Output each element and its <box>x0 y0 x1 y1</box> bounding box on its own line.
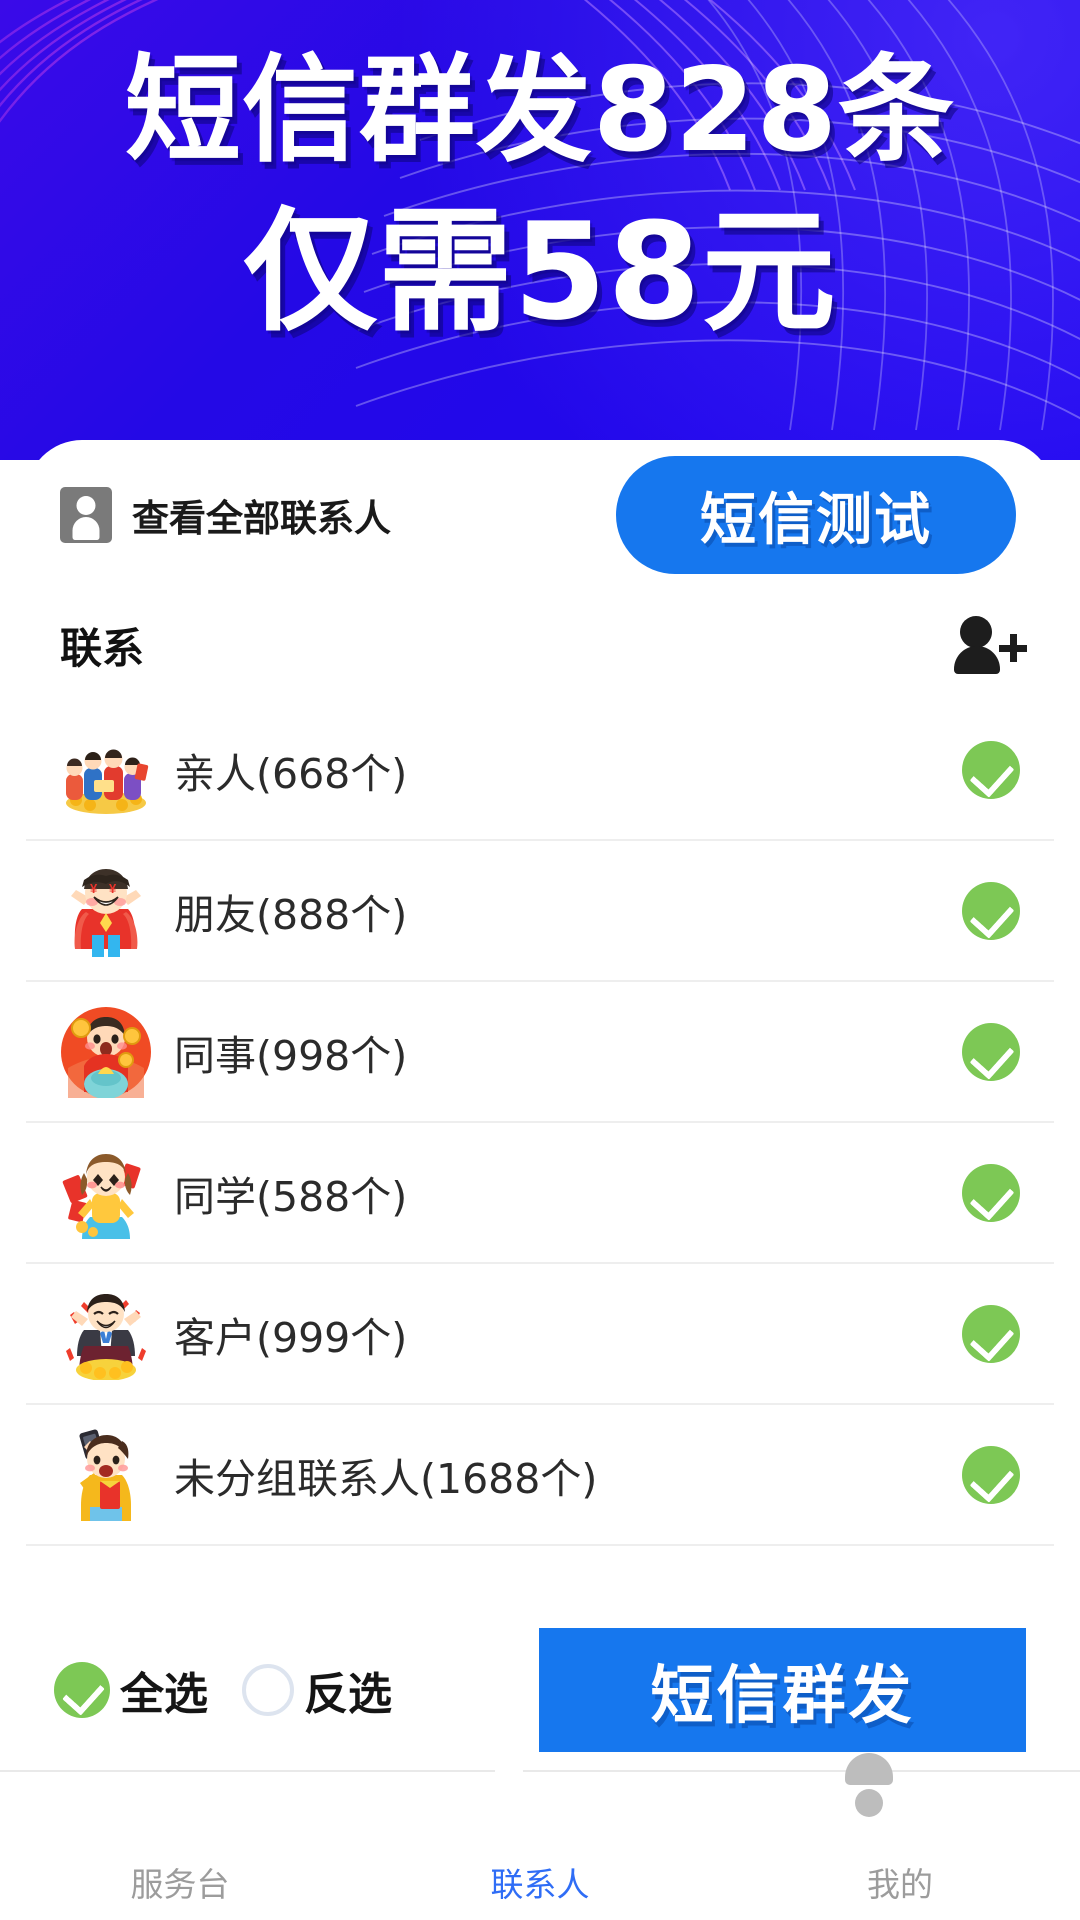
svg-text:¥: ¥ <box>109 881 117 896</box>
contacts-icon <box>509 1787 571 1849</box>
contact-group-label: 同事(998个) <box>174 1031 408 1080</box>
tab-contacts[interactable]: 联系人 <box>360 1772 720 1920</box>
send-bulk-sms-label: 短信群发 <box>650 1658 915 1732</box>
family-group-avatar <box>60 724 152 816</box>
phone-person-avatar <box>60 1428 152 1521</box>
contact-group-label: 亲人(668个) <box>174 749 408 798</box>
profile-icon <box>869 1787 931 1849</box>
selection-controls: 全选 反选 <box>54 1658 392 1722</box>
coin-coworker-avatar <box>60 1006 152 1098</box>
svg-text:¥: ¥ <box>90 881 98 896</box>
cheering-friend-avatar: ¥ ¥ <box>60 865 152 957</box>
sms-test-button-label: 短信测试 <box>700 487 932 553</box>
tab-profile-label: 我的 <box>867 1864 933 1904</box>
contact-group-label: 朋友(888个) <box>174 890 408 939</box>
tab-contacts-label: 联系人 <box>490 1864 590 1904</box>
contact-group-label: 同学(588个) <box>174 1172 408 1221</box>
contact-group-list: 亲人(668个) ¥ ¥ 朋友(888个) 同事(998个) 同学(588个) … <box>26 700 1054 1546</box>
contact-group-checkbox[interactable] <box>962 1163 1020 1222</box>
add-person-icon[interactable] <box>954 616 1027 674</box>
view-all-contacts-label: 查看全部联系人 <box>132 497 391 540</box>
contact-group-checkbox[interactable] <box>962 881 1020 940</box>
select-all-control[interactable]: 全选 <box>54 1658 208 1722</box>
contact-group-checkbox[interactable] <box>962 1304 1020 1363</box>
contact-group-checkbox[interactable] <box>962 740 1020 799</box>
contact-badge-icon <box>60 487 112 543</box>
invert-selection-checkbox[interactable] <box>242 1664 294 1716</box>
tab-profile[interactable]: 我的 <box>720 1772 1080 1920</box>
selection-action-bar: 全选 反选 短信群发 <box>26 1610 1054 1770</box>
service-desk-icon <box>149 1787 211 1849</box>
girl-classmate-avatar <box>60 1147 152 1239</box>
invert-selection-control[interactable]: 反选 <box>242 1658 392 1722</box>
banner-headline-1: 短信群发828条 <box>124 43 956 178</box>
promo-banner: 短信群发828条 仅需58元 <box>0 0 1080 460</box>
contacts-card: 查看全部联系人 短信测试 联系 亲人(668个) ¥ ¥ 朋友(888个) 同事… <box>26 440 1054 1770</box>
banner-text-block: 短信群发828条 仅需58元 <box>0 0 1080 354</box>
contact-group-label: 客户(999个) <box>174 1313 408 1362</box>
contact-group-row[interactable]: 亲人(668个) <box>26 700 1054 841</box>
tab-service-desk-label: 服务台 <box>130 1864 230 1904</box>
section-title: 联系 <box>60 623 145 673</box>
contact-group-label: 未分组联系人(1688个) <box>174 1454 598 1503</box>
select-all-label: 全选 <box>120 1669 208 1720</box>
businessman-client-avatar <box>60 1288 152 1380</box>
bottom-tab-bar: 服务台 联系人 我的 <box>0 1770 1080 1920</box>
contact-group-row[interactable]: 同学(588个) <box>26 1123 1054 1264</box>
banner-headline-2: 仅需58元 <box>243 194 837 350</box>
contact-group-row[interactable]: ¥ ¥ 朋友(888个) <box>26 841 1054 982</box>
contacts-section-header: 联系 <box>26 590 1054 700</box>
contact-group-row[interactable]: 同事(998个) <box>26 982 1054 1123</box>
send-bulk-sms-button[interactable]: 短信群发 <box>539 1628 1026 1752</box>
sms-test-button[interactable]: 短信测试 <box>616 456 1016 574</box>
app-root: 短信群发828条 仅需58元 查看全部联系人 短信测试 联系 亲人(668个) … <box>0 0 1080 1920</box>
select-all-checkbox[interactable] <box>54 1662 110 1718</box>
card-top-row: 查看全部联系人 短信测试 <box>26 440 1054 590</box>
view-all-contacts-button[interactable]: 查看全部联系人 <box>60 487 391 543</box>
contact-group-row[interactable]: 未分组联系人(1688个) <box>26 1405 1054 1546</box>
tab-service-desk[interactable]: 服务台 <box>0 1772 360 1920</box>
contact-group-checkbox[interactable] <box>962 1022 1020 1081</box>
contact-group-checkbox[interactable] <box>962 1445 1020 1504</box>
contact-group-row[interactable]: 客户(999个) <box>26 1264 1054 1405</box>
invert-selection-label: 反选 <box>304 1669 392 1720</box>
